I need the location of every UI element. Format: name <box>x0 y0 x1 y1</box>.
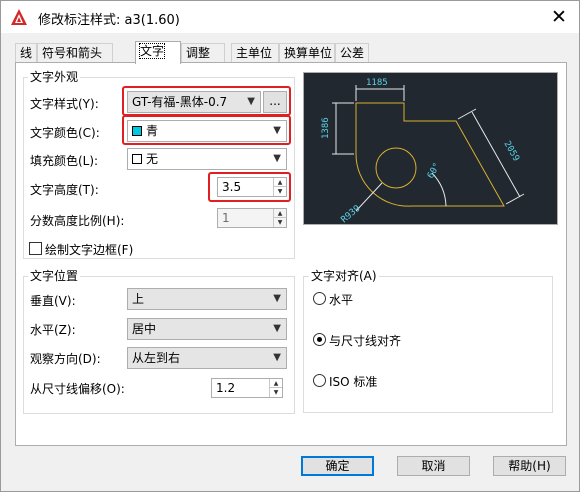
align-iso-radio[interactable] <box>313 374 326 387</box>
dim-left-text: 1386 <box>321 117 331 139</box>
chevron-down-icon: ▼ <box>273 323 281 334</box>
preview-drawing: 1185 1386 2059 60° R939 <box>321 78 525 226</box>
spin-up-icon: ▲ <box>274 209 286 218</box>
spin-down-icon: ▼ <box>277 219 283 226</box>
fraction-scale-stepper: 1 ▲ ▼ <box>217 208 287 228</box>
offset-label: 从尺寸线偏移(O): <box>30 382 125 396</box>
spin-down-icon[interactable]: ▼ <box>270 388 282 397</box>
title-bar: 修改标注样式: a3(1.60) ✕ <box>1 1 579 33</box>
vertical-label: 垂直(V): <box>30 294 76 308</box>
preview-part-outline <box>355 102 505 207</box>
empty-swatch-icon <box>132 154 142 164</box>
dim-style-dialog: 修改标注样式: a3(1.60) ✕ 线 符号和箭头 文字 调整 主单位 换算单… <box>0 0 580 492</box>
chevron-down-icon: ▼ <box>273 153 281 164</box>
highlight-text-height <box>208 172 291 202</box>
tab-text[interactable]: 文字 <box>135 41 181 64</box>
tab-lines[interactable]: 线 <box>15 43 37 63</box>
fill-color-label: 填充颜色(L): <box>30 154 99 168</box>
text-color-label: 文字颜色(C): <box>30 126 100 140</box>
tab-symbols-arrows[interactable]: 符号和箭头 <box>37 43 113 63</box>
tab-tolerances[interactable]: 公差 <box>335 43 369 63</box>
chevron-down-icon: ▼ <box>273 352 281 363</box>
tab-alternate-units[interactable]: 换算单位 <box>279 43 335 63</box>
highlight-text-color <box>122 115 291 145</box>
close-icon[interactable]: ✕ <box>545 3 573 31</box>
ok-button[interactable]: 确定 <box>301 456 374 476</box>
vertical-select[interactable]: 上 ▼ <box>127 288 287 310</box>
text-style-label: 文字样式(Y): <box>30 97 99 111</box>
autocad-icon <box>11 9 27 25</box>
draw-frame-label: 绘制文字边框(F) <box>45 243 134 257</box>
draw-frame-checkbox[interactable] <box>29 242 42 255</box>
dim-right-text: 2059 <box>501 140 521 164</box>
text-appearance-label: 文字外观 <box>28 68 81 85</box>
spin-up-icon[interactable]: ▲ <box>270 379 282 388</box>
help-button[interactable]: 帮助(H) <box>493 456 566 476</box>
horizontal-select[interactable]: 居中 ▼ <box>127 318 287 340</box>
align-iso-label: ISO 标准 <box>329 375 378 389</box>
align-horizontal-radio[interactable] <box>313 292 326 305</box>
view-direction-label: 观察方向(D): <box>30 352 101 366</box>
fraction-scale-label: 分数高度比例(H): <box>30 214 125 228</box>
preview-circle <box>375 147 417 189</box>
offset-stepper[interactable]: 1.2 ▲ ▼ <box>211 378 283 398</box>
text-placement-label: 文字位置 <box>28 267 81 284</box>
align-horizontal-label: 水平 <box>329 293 354 307</box>
tab-fit[interactable]: 调整 <box>181 43 225 63</box>
cancel-button[interactable]: 取消 <box>397 456 470 476</box>
view-direction-select[interactable]: 从左到右 ▼ <box>127 347 287 369</box>
tab-primary-units[interactable]: 主单位 <box>231 43 279 63</box>
highlight-text-style <box>122 86 291 116</box>
align-with-dimline-label: 与尺寸线对齐 <box>329 334 402 348</box>
align-with-dimline-radio[interactable] <box>313 333 326 346</box>
dimension-preview: 1185 1386 2059 60° R939 <box>303 72 558 225</box>
dim-angle-text: 60° <box>426 161 443 180</box>
chevron-down-icon: ▼ <box>273 293 281 304</box>
dim-radius-text: R939 <box>340 204 363 226</box>
dim-top-text: 1185 <box>366 78 388 88</box>
horizontal-label: 水平(Z): <box>30 323 76 337</box>
text-alignment-label: 文字对齐(A) <box>309 267 379 284</box>
window-title: 修改标注样式: a3(1.60) <box>38 13 180 28</box>
fill-color-select[interactable]: 无 ▼ <box>127 148 287 170</box>
text-height-label: 文字高度(T): <box>30 183 99 197</box>
